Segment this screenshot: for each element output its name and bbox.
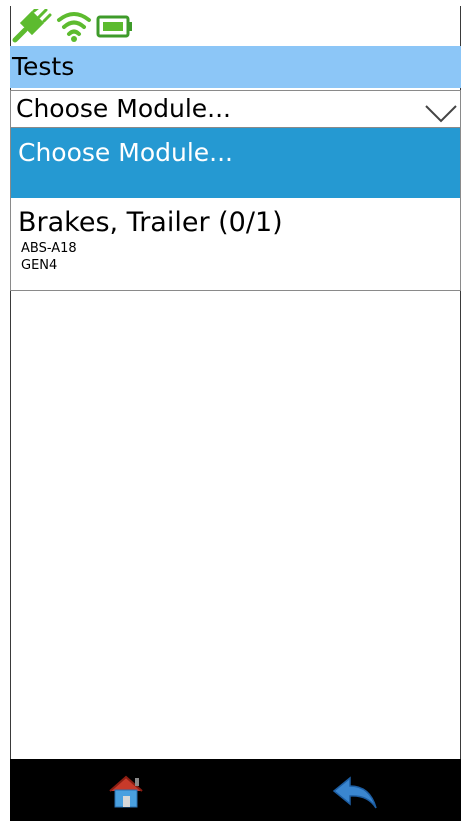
module-option-label: Choose Module... (18, 138, 233, 167)
module-option-detail: GEN4 (21, 258, 58, 273)
module-options-list: Choose Module... Brakes, Trailer (0/1) A… (10, 128, 461, 291)
module-select-value: Choose Module... (16, 94, 231, 123)
power-plug-icon (12, 9, 52, 43)
module-select-dropdown[interactable]: Choose Module... (10, 90, 461, 128)
battery-icon (96, 11, 134, 41)
module-option-label: Brakes, Trailer (0/1) (18, 207, 283, 238)
home-icon[interactable] (106, 773, 146, 809)
module-option-brakes-trailer[interactable]: Brakes, Trailer (0/1) ABS-A18 GEN4 (11, 198, 460, 290)
back-arrow-icon[interactable] (332, 775, 378, 811)
bottom-nav-bar (10, 759, 461, 821)
module-option-detail: ABS-A18 (21, 241, 77, 256)
module-option-choose[interactable]: Choose Module... (11, 128, 460, 198)
status-bar (10, 6, 461, 46)
page-title: Tests (10, 46, 461, 88)
wifi-icon (56, 9, 92, 43)
